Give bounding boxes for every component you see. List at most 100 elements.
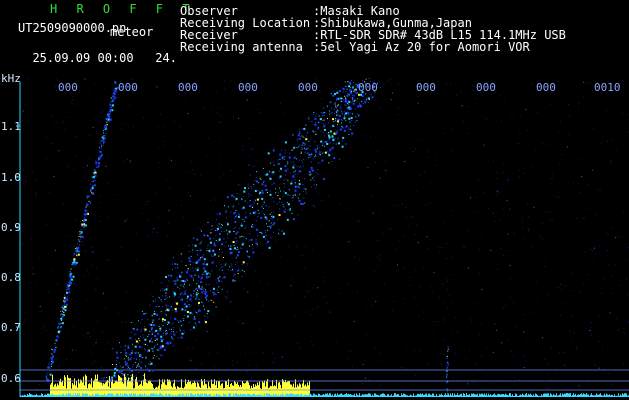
signal-speck [124,361,126,363]
signal-speck [293,176,295,178]
noise-dot [305,190,307,192]
signal-speck [203,290,205,292]
signal-speck [278,201,280,203]
signal-speck [91,176,93,178]
baseline-bar [64,375,65,397]
noise-dot [176,376,178,378]
baseline-noise [571,395,572,397]
signal-speck [300,165,302,167]
noise-dot [252,352,254,354]
signal-speck [170,333,172,334]
noise-dot [571,272,573,274]
signal-speck [222,224,223,226]
signal-speck [247,250,249,252]
signal-speck [196,291,198,293]
noise-dot [143,117,144,119]
baseline-noise [353,395,354,397]
signal-speck [136,366,137,368]
signal-speck [248,256,250,258]
baseline-noise [74,395,75,397]
noise-dot [248,364,250,366]
signal-speck [142,312,145,315]
noise-dot [390,99,392,101]
baseline-noise [515,393,516,397]
signal-speck [319,152,321,154]
signal-speck [270,227,272,229]
baseline-bar [265,386,266,397]
signal-speck [324,140,327,143]
signal-speck [341,100,343,102]
signal-speck [80,229,82,231]
noise-dot [64,128,66,130]
signal-speck [334,112,335,114]
baseline-noise [100,395,101,397]
signal-speck [230,211,232,213]
signal-speck [201,230,202,232]
noise-dot [495,323,497,325]
noise-dot [527,129,529,131]
noise-dot [480,324,482,326]
noise-dot [82,244,84,246]
baseline-bar [284,382,285,397]
signal-speck [225,241,227,243]
baseline-noise [127,394,128,397]
noise-dot [292,277,294,279]
noise-dot [258,310,260,312]
baseline-noise [170,394,171,397]
signal-speck [315,115,317,117]
signal-speck [299,131,300,133]
signal-speck [156,339,158,341]
signal-speck [160,299,162,301]
signal-speck [216,289,218,291]
signal-speck [196,283,198,285]
noise-dot [111,348,113,350]
signal-speck [186,315,189,318]
noise-dot [45,329,47,331]
signal-speck [330,102,332,104]
signal-speck [272,224,274,226]
signal-speck [342,136,345,139]
signal-speck [116,360,118,362]
signal-speck [175,280,177,282]
signal-speck [324,124,326,126]
noise-dot [550,219,552,221]
x-tick-label: 000 [118,81,138,94]
signal-speck [160,355,162,357]
signal-speck [192,279,194,281]
noise-dot [262,252,264,254]
signal-speck [447,349,449,350]
baseline-noise [154,393,155,397]
signal-speck [238,251,240,254]
signal-speck [254,190,257,192]
signal-speck [167,285,169,287]
signal-speck [208,276,210,278]
baseline-noise [354,393,355,397]
baseline-noise [165,394,166,397]
noise-dot [249,215,250,217]
baseline-noise [112,393,113,397]
baseline-noise [102,394,103,397]
signal-speck [307,152,309,154]
baseline-noise [367,394,368,397]
noise-dot [87,89,89,91]
signal-speck [109,104,112,106]
signal-speck [242,206,245,209]
signal-speck [284,191,285,193]
baseline-noise [388,393,389,397]
noise-dot [430,285,431,287]
signal-speck [102,132,104,134]
signal-speck [277,159,279,161]
signal-speck [322,131,324,133]
signal-speck [276,203,278,205]
baseline-noise [495,394,496,397]
baseline-noise [537,395,538,397]
signal-speck [192,267,194,269]
noise-dot [610,162,612,164]
baseline-bar [181,379,182,397]
noise-dot [525,340,527,342]
signal-speck [218,248,220,250]
baseline-noise [576,395,577,397]
signal-speck [446,375,448,377]
baseline-noise [468,394,469,397]
baseline-bar [185,379,186,397]
